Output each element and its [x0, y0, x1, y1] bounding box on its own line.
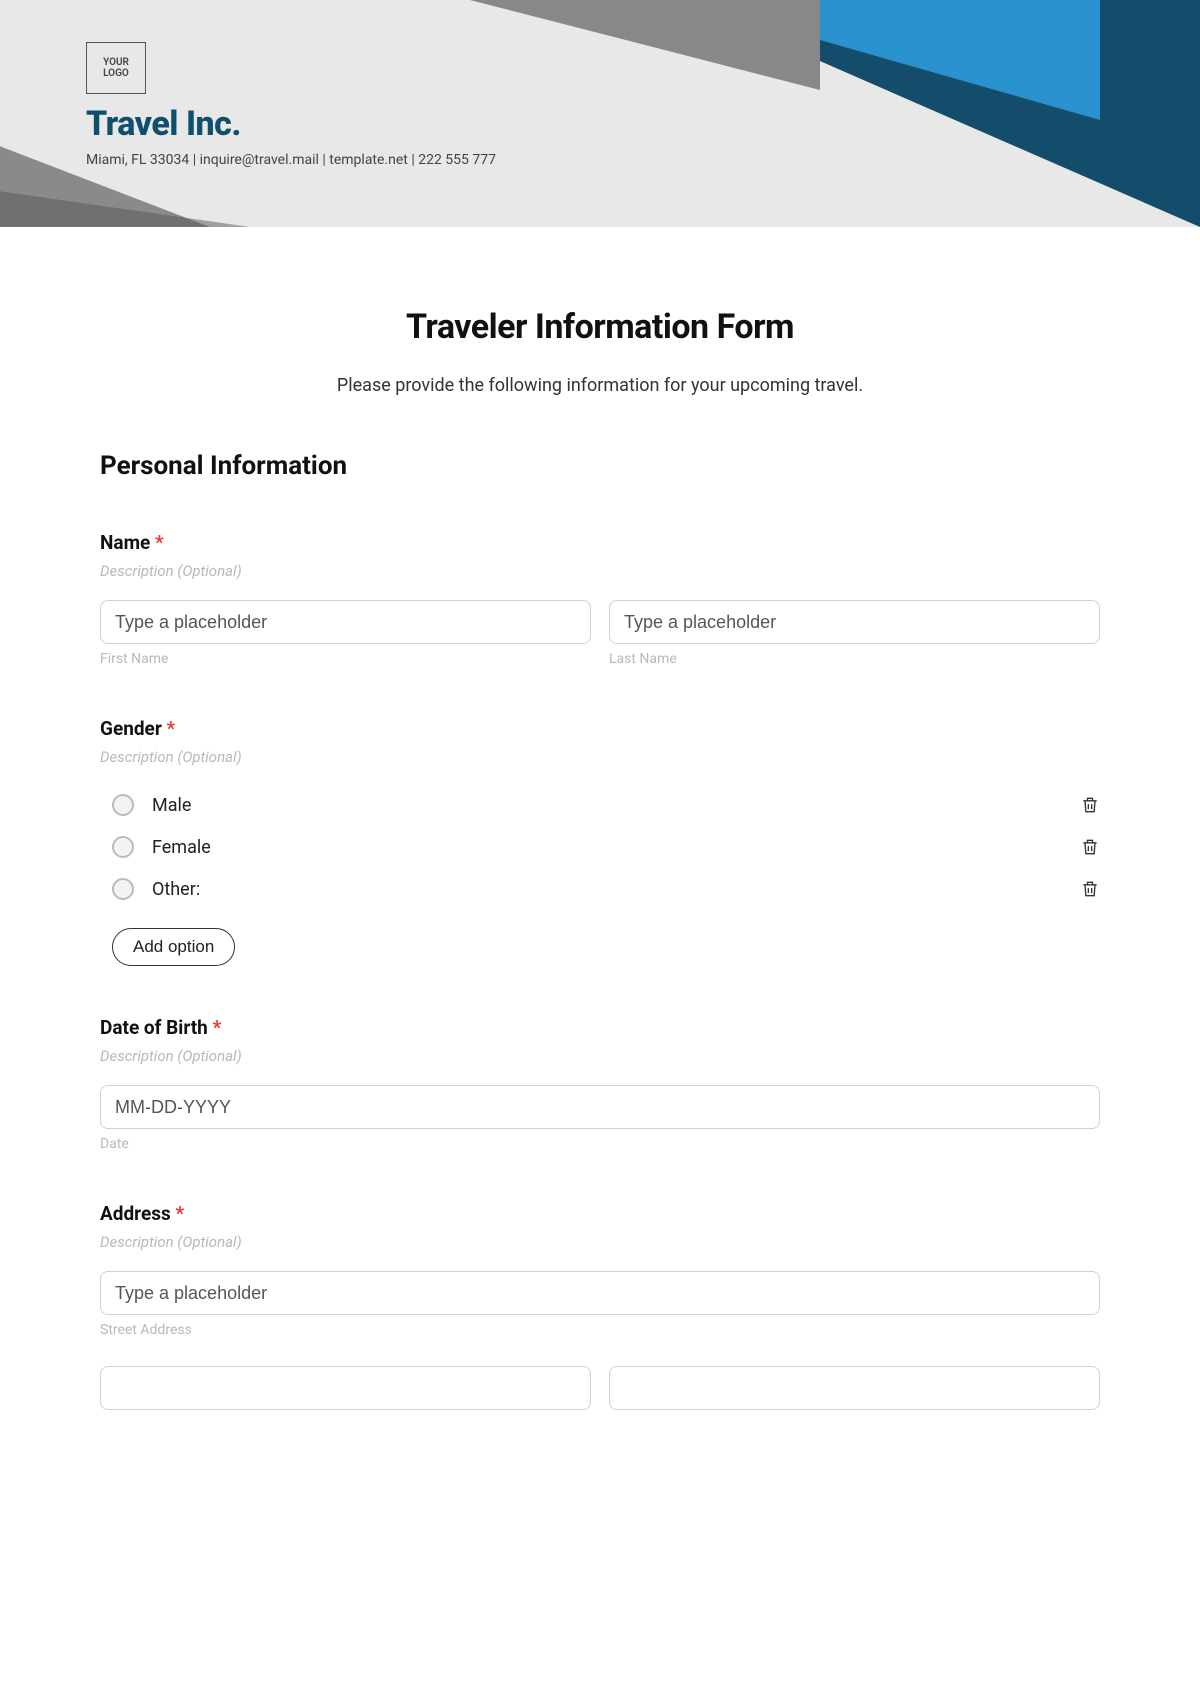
- decor-triangle-bottom-dark: [0, 177, 320, 227]
- form-body: Traveler Information Form Please provide…: [0, 227, 1200, 1450]
- desc-address[interactable]: Description (Optional): [100, 1233, 1100, 1251]
- field-dob: Date of Birth * Description (Optional) D…: [100, 1016, 1100, 1152]
- desc-gender[interactable]: Description (Optional): [100, 748, 1100, 766]
- field-gender: Gender * Description (Optional) Male Fem…: [100, 717, 1100, 966]
- label-address-text: Address: [100, 1202, 171, 1225]
- company-contact-line: Miami, FL 33034 | inquire@travel.mail | …: [86, 152, 1200, 168]
- radio-label: Female: [152, 837, 211, 858]
- field-address: Address * Description (Optional) Street …: [100, 1202, 1100, 1410]
- label-gender-text: Gender: [100, 717, 162, 740]
- address-input-3[interactable]: [609, 1366, 1100, 1410]
- last-name-input[interactable]: [609, 600, 1100, 644]
- add-option-button[interactable]: Add option: [112, 928, 235, 966]
- first-name-input[interactable]: [100, 600, 591, 644]
- dob-input[interactable]: [100, 1085, 1100, 1129]
- required-marker: *: [155, 531, 164, 554]
- radio-label: Other:: [152, 879, 200, 900]
- company-name: Travel Inc.: [86, 104, 1200, 144]
- required-marker: *: [167, 717, 176, 740]
- label-name-text: Name: [100, 531, 150, 554]
- label-address: Address *: [100, 1202, 1100, 1225]
- header-banner: YOUR LOGO Travel Inc. Miami, FL 33034 | …: [0, 0, 1200, 227]
- form-title: Traveler Information Form: [100, 307, 1100, 347]
- radio-option-other[interactable]: Other:: [100, 868, 1100, 910]
- section-heading-personal: Personal Information: [100, 451, 1100, 481]
- trash-icon[interactable]: [1080, 836, 1100, 858]
- radio-icon: [112, 836, 134, 858]
- desc-name[interactable]: Description (Optional): [100, 562, 1100, 580]
- radio-option-female[interactable]: Female: [100, 826, 1100, 868]
- first-name-sublabel: First Name: [100, 651, 591, 667]
- radio-option-male[interactable]: Male: [100, 784, 1100, 826]
- address-input-2[interactable]: [100, 1366, 591, 1410]
- required-marker: *: [175, 1202, 184, 1225]
- form-subtitle: Please provide the following information…: [100, 375, 1100, 396]
- dob-sublabel: Date: [100, 1136, 1100, 1152]
- label-dob-text: Date of Birth: [100, 1016, 208, 1039]
- trash-icon[interactable]: [1080, 794, 1100, 816]
- street-address-sublabel: Street Address: [100, 1322, 1100, 1338]
- label-name: Name *: [100, 531, 1100, 554]
- radio-icon: [112, 878, 134, 900]
- last-name-sublabel: Last Name: [609, 651, 1100, 667]
- radio-label: Male: [152, 795, 191, 816]
- trash-icon[interactable]: [1080, 878, 1100, 900]
- logo-placeholder: YOUR LOGO: [86, 42, 146, 94]
- street-address-input[interactable]: [100, 1271, 1100, 1315]
- desc-dob[interactable]: Description (Optional): [100, 1047, 1100, 1065]
- required-marker: *: [213, 1016, 222, 1039]
- label-gender: Gender *: [100, 717, 1100, 740]
- radio-icon: [112, 794, 134, 816]
- field-name: Name * Description (Optional) First Name…: [100, 531, 1100, 667]
- label-dob: Date of Birth *: [100, 1016, 1100, 1039]
